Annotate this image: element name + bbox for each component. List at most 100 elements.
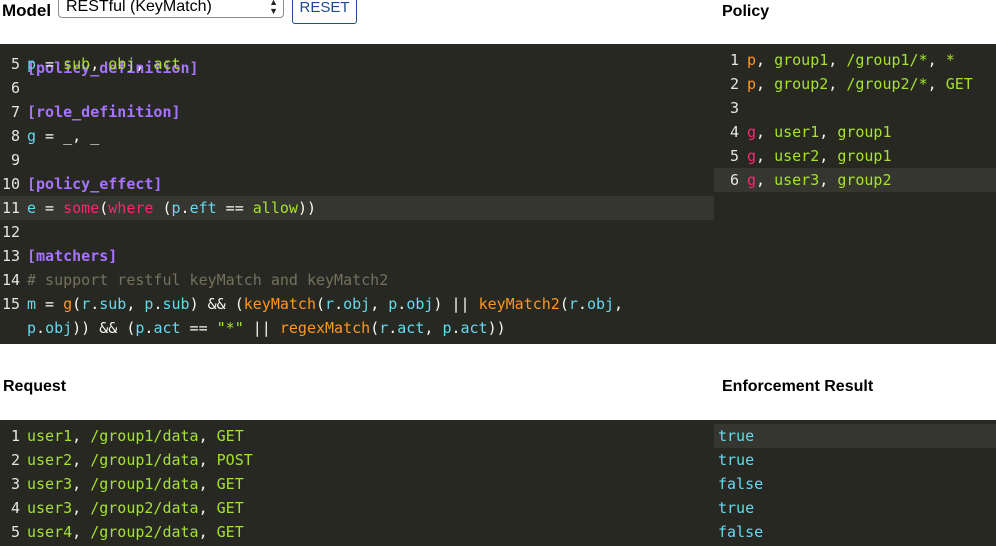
line-number: 7	[10, 103, 20, 121]
line-number: 2	[729, 75, 739, 93]
policy-line: 3	[714, 96, 996, 120]
model-line: 6	[0, 76, 714, 100]
code-token: user1	[27, 427, 73, 445]
code-token: ,	[756, 123, 775, 141]
result-value: true	[718, 427, 755, 445]
code-token: g	[27, 127, 37, 145]
code-token: /group1/*	[846, 51, 928, 69]
code-token: g	[747, 147, 757, 165]
code-token: /group1/data	[90, 475, 199, 493]
model-line-code: g = _, _	[27, 124, 99, 148]
code-token: ,	[819, 123, 838, 141]
result-line: false	[714, 472, 996, 496]
model-line-code: m = g(r.sub, p.sub) && (keyMatch(r.obj, …	[27, 292, 623, 316]
result-value: false	[718, 475, 764, 493]
code-token: ,	[756, 171, 775, 189]
code-token: regexMatch	[279, 319, 371, 337]
code-token: p	[388, 295, 398, 313]
policy-line-code: g, user2, group1	[747, 144, 892, 168]
code-token: .	[451, 319, 461, 337]
code-token: ,	[828, 51, 847, 69]
code-token: GET	[216, 475, 244, 493]
result-value: true	[718, 499, 755, 517]
code-token: sub	[162, 295, 190, 313]
code-token: /group2/data	[90, 523, 199, 541]
line-number: 1	[729, 51, 739, 69]
line-number: 4	[729, 123, 739, 141]
line-number: 15	[1, 295, 20, 313]
code-token: (	[370, 319, 380, 337]
code-token: ,	[198, 427, 217, 445]
code-token: user2	[774, 147, 820, 165]
code-token: ||	[243, 319, 280, 337]
line-number: 8	[10, 127, 20, 145]
code-token: ) ||	[433, 295, 479, 313]
request-line: 2 user2, /group1/data, POST	[0, 448, 714, 472]
top-bar: Model RESTful (KeyMatch) ▲ ▼ RESET Policy	[0, 0, 996, 44]
result-line: true	[714, 448, 996, 472]
line-number: 5	[10, 523, 20, 541]
policy-line-code: g, user1, group1	[747, 120, 892, 144]
code-token: ,	[135, 55, 154, 73]
result-line: false	[714, 520, 996, 544]
model-line: 9	[0, 148, 714, 172]
result-line: true	[714, 496, 996, 520]
code-token: POST	[216, 451, 253, 469]
model-line: 11 e = some(where (p.eft == allow))	[0, 196, 714, 220]
model-line: 5p = sub, obj, act	[0, 52, 714, 76]
code-token: .	[397, 295, 407, 313]
policy-title: Policy	[722, 3, 770, 20]
code-token: GET	[216, 499, 244, 517]
code-token: r	[568, 295, 578, 313]
code-token: GET	[945, 75, 973, 93]
code-token: e	[27, 199, 37, 217]
code-token: eft	[189, 199, 217, 217]
model-select-value: RESTful (KeyMatch)	[66, 0, 212, 15]
code-token: p	[27, 319, 37, 337]
code-token: (	[99, 199, 109, 217]
code-token: ,	[828, 75, 847, 93]
code-token: GET	[216, 427, 244, 445]
code-token: ))	[487, 319, 506, 337]
request-editor[interactable]: 1 user1, /group1/data, GET 2 user2, /group1…	[0, 420, 714, 546]
code-token: allow	[252, 199, 298, 217]
reset-button[interactable]: RESET	[292, 0, 357, 24]
policy-editor[interactable]: 1 p, group1, /group1/*, * 2 p, group2, /gro…	[714, 44, 996, 344]
model-line: 10 [policy_effect]	[0, 172, 714, 196]
enforcement-title: Enforcement Result	[722, 378, 874, 395]
model-label: Model	[2, 1, 52, 20]
line-number: 11	[1, 199, 20, 217]
request-line: 1 user1, /group1/data, GET	[0, 424, 714, 448]
line-number: 5	[10, 55, 20, 73]
model-editor[interactable]: [policy_definition] 5p = sub, obj, act 6 7…	[0, 44, 714, 344]
model-line-code: # support restful keyMatch and keyMatch2	[27, 268, 388, 292]
code-token: r	[81, 295, 91, 313]
request-line: 5 user4, /group2/data, GET	[0, 520, 714, 544]
code-token: ==	[180, 319, 217, 337]
model-line-code: [policy_effect]	[27, 172, 162, 196]
line-number: 9	[10, 151, 20, 169]
code-token: r	[325, 295, 335, 313]
code-token: ,	[198, 499, 217, 517]
code-token: ,	[72, 427, 91, 445]
code-token: [policy_effect]	[27, 175, 163, 193]
code-token: keyMatch2	[478, 295, 560, 313]
model-select[interactable]: RESTful (KeyMatch) ▲ ▼	[58, 0, 284, 18]
code-token: user3	[774, 171, 820, 189]
line-number: 6	[10, 79, 20, 97]
select-arrows-icon: ▲ ▼	[269, 0, 278, 16]
policy-line-code: g, user3, group2	[747, 168, 892, 192]
code-token: = _, _	[36, 127, 100, 145]
code-token: /group2/*	[846, 75, 928, 93]
request-line-code: user3, /group2/data, GET	[27, 496, 244, 520]
code-token: ))	[297, 199, 316, 217]
request-line-code: user4, /group2/data, GET	[27, 520, 244, 544]
code-token: ,	[198, 451, 217, 469]
policy-line-code: p, group1, /group1/*, *	[747, 48, 955, 72]
model-line: 15 m = g(r.sub, p.sub) && (keyMatch(r.obj…	[0, 292, 714, 316]
code-token: .	[180, 199, 190, 217]
code-token: group1	[837, 147, 892, 165]
line-number: 4	[10, 499, 20, 517]
code-token: p	[747, 51, 757, 69]
line-number: 3	[10, 475, 20, 493]
